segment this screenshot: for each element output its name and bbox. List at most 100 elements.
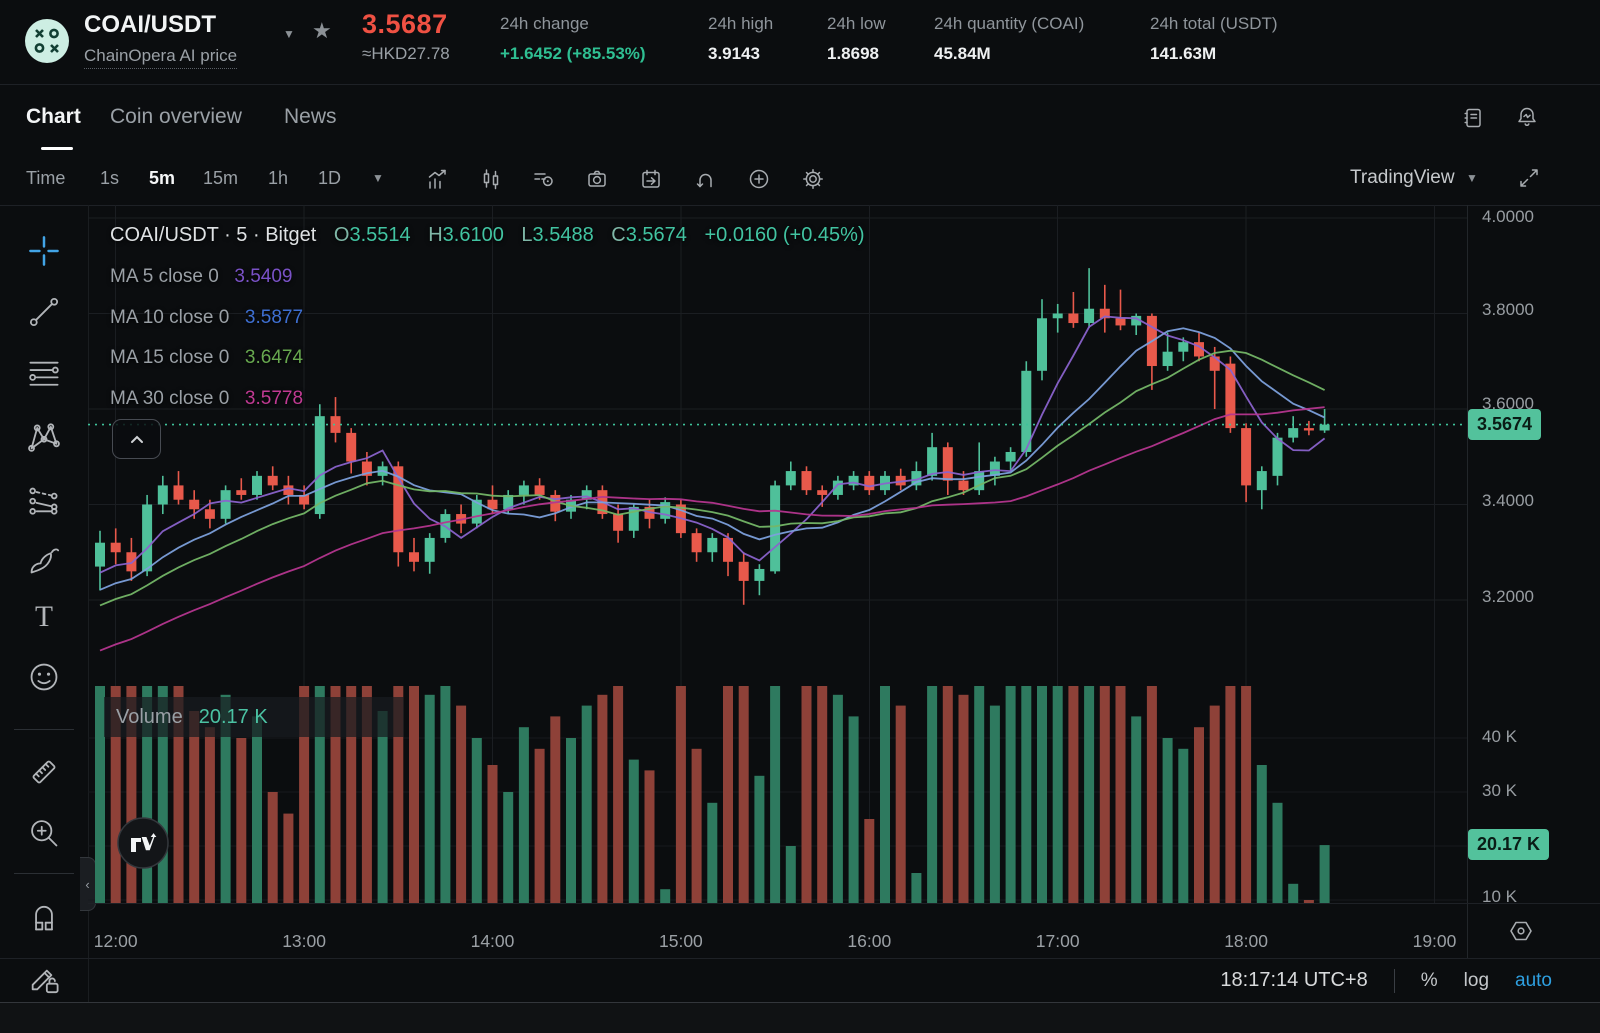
interval-1d[interactable]: 1D — [318, 168, 341, 189]
last-price-tag: 3.5674 — [1468, 409, 1541, 440]
replay-icon[interactable] — [694, 168, 716, 190]
tradingview-logo[interactable] — [117, 817, 169, 874]
collapse-ma-panel-button[interactable] — [112, 419, 161, 459]
stat-value: 3.9143 — [708, 44, 773, 64]
log-scale-button[interactable]: log — [1464, 970, 1489, 992]
line-chart-icon[interactable] — [426, 168, 448, 190]
high-label: H — [428, 224, 442, 246]
legend-title: COAI/USDT · 5 · Bitget — [110, 224, 316, 246]
high-value: 3.6100 — [443, 224, 504, 246]
snapshot-camera-icon[interactable] — [586, 168, 608, 190]
price-axis[interactable]: 4.0000 3.8000 3.6000 3.4000 3.2000 40 K … — [1468, 205, 1600, 903]
stat-value: 141.63M — [1150, 44, 1278, 64]
stat-label: 24h total (USDT) — [1150, 14, 1278, 34]
brush-icon[interactable] — [27, 543, 61, 577]
journal-icon[interactable] — [1462, 107, 1484, 129]
divider — [1394, 969, 1395, 993]
ma10-value: 3.5877 — [245, 307, 303, 328]
stat-high: 24h high 3.9143 — [708, 14, 773, 64]
price-tick: 4.0000 — [1482, 207, 1534, 227]
drawing-toolbar: T — [0, 205, 89, 1002]
last-price: 3.5687 — [362, 9, 448, 40]
zoom-in-icon[interactable] — [27, 816, 61, 850]
trend-line-icon[interactable] — [27, 295, 61, 329]
interval-5m[interactable]: 5m — [149, 168, 175, 189]
trading-app: COAI/USDT ChainOpera AI price ▼ ★ 3.5687… — [0, 0, 1600, 1033]
tradingview-attribution[interactable]: TradingView — [1350, 167, 1455, 189]
stat-label: 24h quantity (COAI) — [934, 14, 1084, 34]
forecast-tool-icon[interactable] — [27, 483, 61, 517]
stat-label: 24h change — [500, 14, 646, 34]
price-tick: 3.8000 — [1482, 300, 1534, 320]
open-label: O — [334, 224, 350, 246]
ma10-row: MA 10 close 0 3.5877 — [110, 306, 303, 329]
ma5-row: MA 5 close 0 3.5409 — [110, 265, 292, 288]
interval-dropdown-caret[interactable]: ▼ — [372, 171, 384, 185]
chart-legend: COAI/USDT · 5 · Bitget O3.5514 H3.6100 L… — [110, 224, 865, 247]
ma15-value: 3.6474 — [245, 347, 303, 368]
ma30-value: 3.5778 — [245, 388, 303, 409]
favorite-star-icon[interactable]: ★ — [312, 18, 332, 44]
ma5-label: MA 5 close 0 — [110, 266, 219, 287]
emoji-tool-icon[interactable] — [27, 660, 61, 694]
volume-legend: Volume 20.17 K — [104, 697, 404, 737]
fullscreen-icon[interactable] — [1518, 167, 1540, 189]
settings-gear-icon[interactable] — [802, 168, 824, 190]
volume-tick: 30 K — [1482, 781, 1517, 801]
text-tool-icon[interactable]: T — [27, 600, 61, 634]
stat-label: 24h low — [827, 14, 886, 34]
low-value: 3.5488 — [533, 224, 594, 246]
ma15-label: MA 15 close 0 — [110, 347, 229, 368]
stat-value: +1.6452 (+85.53%) — [500, 44, 646, 64]
stat-value: 1.8698 — [827, 44, 886, 64]
time-axis[interactable] — [88, 904, 1467, 958]
interval-15m[interactable]: 15m — [203, 168, 238, 189]
change-value: +0.0160 (+0.45%) — [704, 224, 864, 246]
crosshair-icon[interactable] — [27, 234, 61, 268]
stat-change: 24h change +1.6452 (+85.53%) — [500, 14, 646, 64]
calendar-icon[interactable] — [640, 168, 662, 190]
compare-add-icon[interactable] — [748, 168, 770, 190]
header: COAI/USDT ChainOpera AI price ▼ ★ 3.5687… — [0, 0, 1600, 84]
tab-chart[interactable]: Chart — [26, 105, 81, 129]
price-tick: 3.4000 — [1482, 491, 1534, 511]
ma10-label: MA 10 close 0 — [110, 307, 229, 328]
indicators-icon[interactable] — [532, 168, 554, 190]
alert-bell-icon[interactable] — [1516, 106, 1538, 128]
tradingview-caret[interactable]: ▼ — [1466, 171, 1478, 185]
last-volume-tag: 20.17 K — [1468, 829, 1549, 860]
pair-title: COAI/USDT — [84, 11, 216, 39]
ma15-row: MA 15 close 0 3.6474 — [110, 346, 303, 369]
candlestick-style-icon[interactable] — [480, 168, 502, 190]
fiat-price: ≈HKD27.78 — [362, 44, 450, 64]
pair-dropdown-caret[interactable]: ▼ — [283, 27, 295, 41]
auto-scale-button[interactable]: auto — [1515, 970, 1552, 992]
price-tick: 3.2000 — [1482, 587, 1534, 607]
svg-text:T: T — [35, 601, 53, 633]
ma30-row: MA 30 close 0 3.5778 — [110, 387, 303, 410]
tab-coin-overview[interactable]: Coin overview — [110, 105, 242, 129]
low-label: L — [521, 224, 532, 246]
stat-label: 24h high — [708, 14, 773, 34]
magnet-icon[interactable] — [27, 900, 61, 934]
interval-1s[interactable]: 1s — [100, 168, 119, 189]
bottom-strip — [0, 1002, 1600, 1033]
ruler-measure-icon[interactable] — [27, 755, 61, 789]
pair-subtitle: ChainOpera AI price — [84, 46, 237, 69]
clock[interactable]: 18:17:14 UTC+8 — [1220, 969, 1367, 992]
tab-active-underline — [41, 147, 73, 150]
open-value: 3.5514 — [349, 224, 410, 246]
tab-news[interactable]: News — [284, 105, 337, 129]
stat-value: 45.84M — [934, 44, 1084, 64]
close-value: 3.5674 — [626, 224, 687, 246]
xabcd-pattern-icon[interactable] — [27, 420, 61, 454]
stat-total: 24h total (USDT) 141.63M — [1150, 14, 1278, 64]
axis-settings-icon[interactable] — [1508, 918, 1534, 949]
percent-scale-button[interactable]: % — [1421, 970, 1438, 992]
ma30-label: MA 30 close 0 — [110, 388, 229, 409]
volume-value: 20.17 K — [199, 706, 268, 729]
interval-time[interactable]: Time — [26, 168, 65, 189]
fib-retracement-icon[interactable] — [27, 357, 61, 391]
ma5-value: 3.5409 — [234, 266, 292, 287]
interval-1h[interactable]: 1h — [268, 168, 288, 189]
